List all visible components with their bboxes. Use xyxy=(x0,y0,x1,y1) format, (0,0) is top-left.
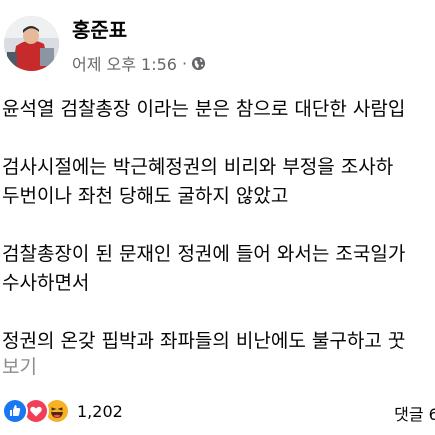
facebook-post: 홍준표 어제 오후 1:56 · 윤석열 검찰총장 이라는 분은 참으로 대단한… xyxy=(0,0,435,435)
post-meta: 어제 오후 1:56 · xyxy=(72,51,206,75)
post-text-line: 두번이나 좌천 당해도 굴하지 않았고 xyxy=(2,185,289,207)
reaction-count: 1,202 xyxy=(77,401,123,421)
globe-icon[interactable] xyxy=(191,56,206,71)
avatar[interactable] xyxy=(4,16,59,71)
post-text-line: 검사시절에는 박근혜정권의 비리와 부정을 조사하 xyxy=(2,156,394,178)
author-name[interactable]: 홍준표 xyxy=(72,14,127,43)
post-text-line: 정권의 온갖 핍박과 좌파들의 비난에도 불구하고 꿋 xyxy=(2,330,406,352)
like-icon xyxy=(2,398,28,424)
see-more-link[interactable]: 보기 xyxy=(2,352,37,379)
post-body: 윤석열 검찰총장 이라는 분은 참으로 대단한 사람입 검사시절에는 박근혜정권… xyxy=(2,95,405,356)
reactions-summary[interactable]: 1,202 xyxy=(2,398,123,424)
post-text-line: 윤석열 검찰총장 이라는 분은 참으로 대단한 사람입 xyxy=(2,98,406,120)
comments-count[interactable]: 댓글 62 xyxy=(394,401,435,425)
post-text-line: 수사하면서 xyxy=(2,272,90,294)
post-timestamp[interactable]: 어제 오후 1:56 xyxy=(72,51,177,75)
avatar-photo xyxy=(4,16,59,71)
meta-separator: · xyxy=(181,53,188,73)
post-text-line: 검찰총장이 된 문재인 정권에 들어 와서는 조국일가 xyxy=(2,243,406,265)
